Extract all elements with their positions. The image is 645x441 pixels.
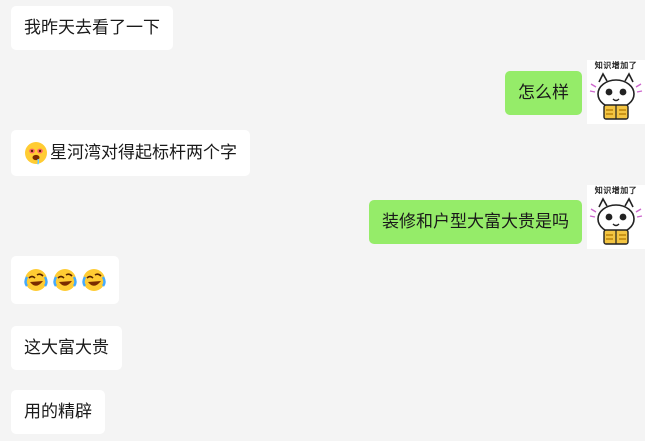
- rolling-laughing-emoji: [82, 269, 106, 291]
- incoming-message-bubble[interactable]: 用的精辟: [11, 390, 105, 434]
- message-text: 星河湾对得起标杆两个字: [50, 143, 237, 163]
- chat-message-list[interactable]: 我昨天去看了一下 怎么样 知识增加了 星河湾对得起标杆两个字 装修和户型大富大贵…: [0, 0, 645, 441]
- message-text: 这大富大贵: [24, 338, 109, 358]
- avatar-caption: 知识增加了: [594, 61, 638, 70]
- outgoing-message-bubble[interactable]: 装修和户型大富大贵是吗: [369, 200, 582, 244]
- message-text: 我昨天去看了一下: [24, 18, 160, 38]
- rolling-laughing-emoji: [53, 269, 77, 291]
- message-text: 怎么样: [518, 83, 569, 103]
- user-avatar[interactable]: 知识增加了: [587, 60, 645, 124]
- incoming-message-bubble[interactable]: 星河湾对得起标杆两个字: [11, 130, 250, 176]
- incoming-message-bubble[interactable]: [11, 256, 119, 304]
- message-text: 装修和户型大富大贵是吗: [382, 212, 569, 232]
- cat-reading-book-icon: [589, 72, 643, 120]
- incoming-message-bubble[interactable]: 这大富大贵: [11, 326, 122, 370]
- outgoing-message-bubble[interactable]: 怎么样: [505, 71, 582, 115]
- message-text: 用的精辟: [24, 402, 92, 422]
- drooling-face-emoji: [25, 142, 47, 165]
- incoming-message-bubble[interactable]: 我昨天去看了一下: [11, 6, 173, 50]
- rolling-laughing-emoji: [24, 269, 48, 291]
- cat-reading-book-icon: [589, 197, 643, 245]
- avatar-caption: 知识增加了: [594, 186, 638, 195]
- user-avatar[interactable]: 知识增加了: [587, 185, 645, 249]
